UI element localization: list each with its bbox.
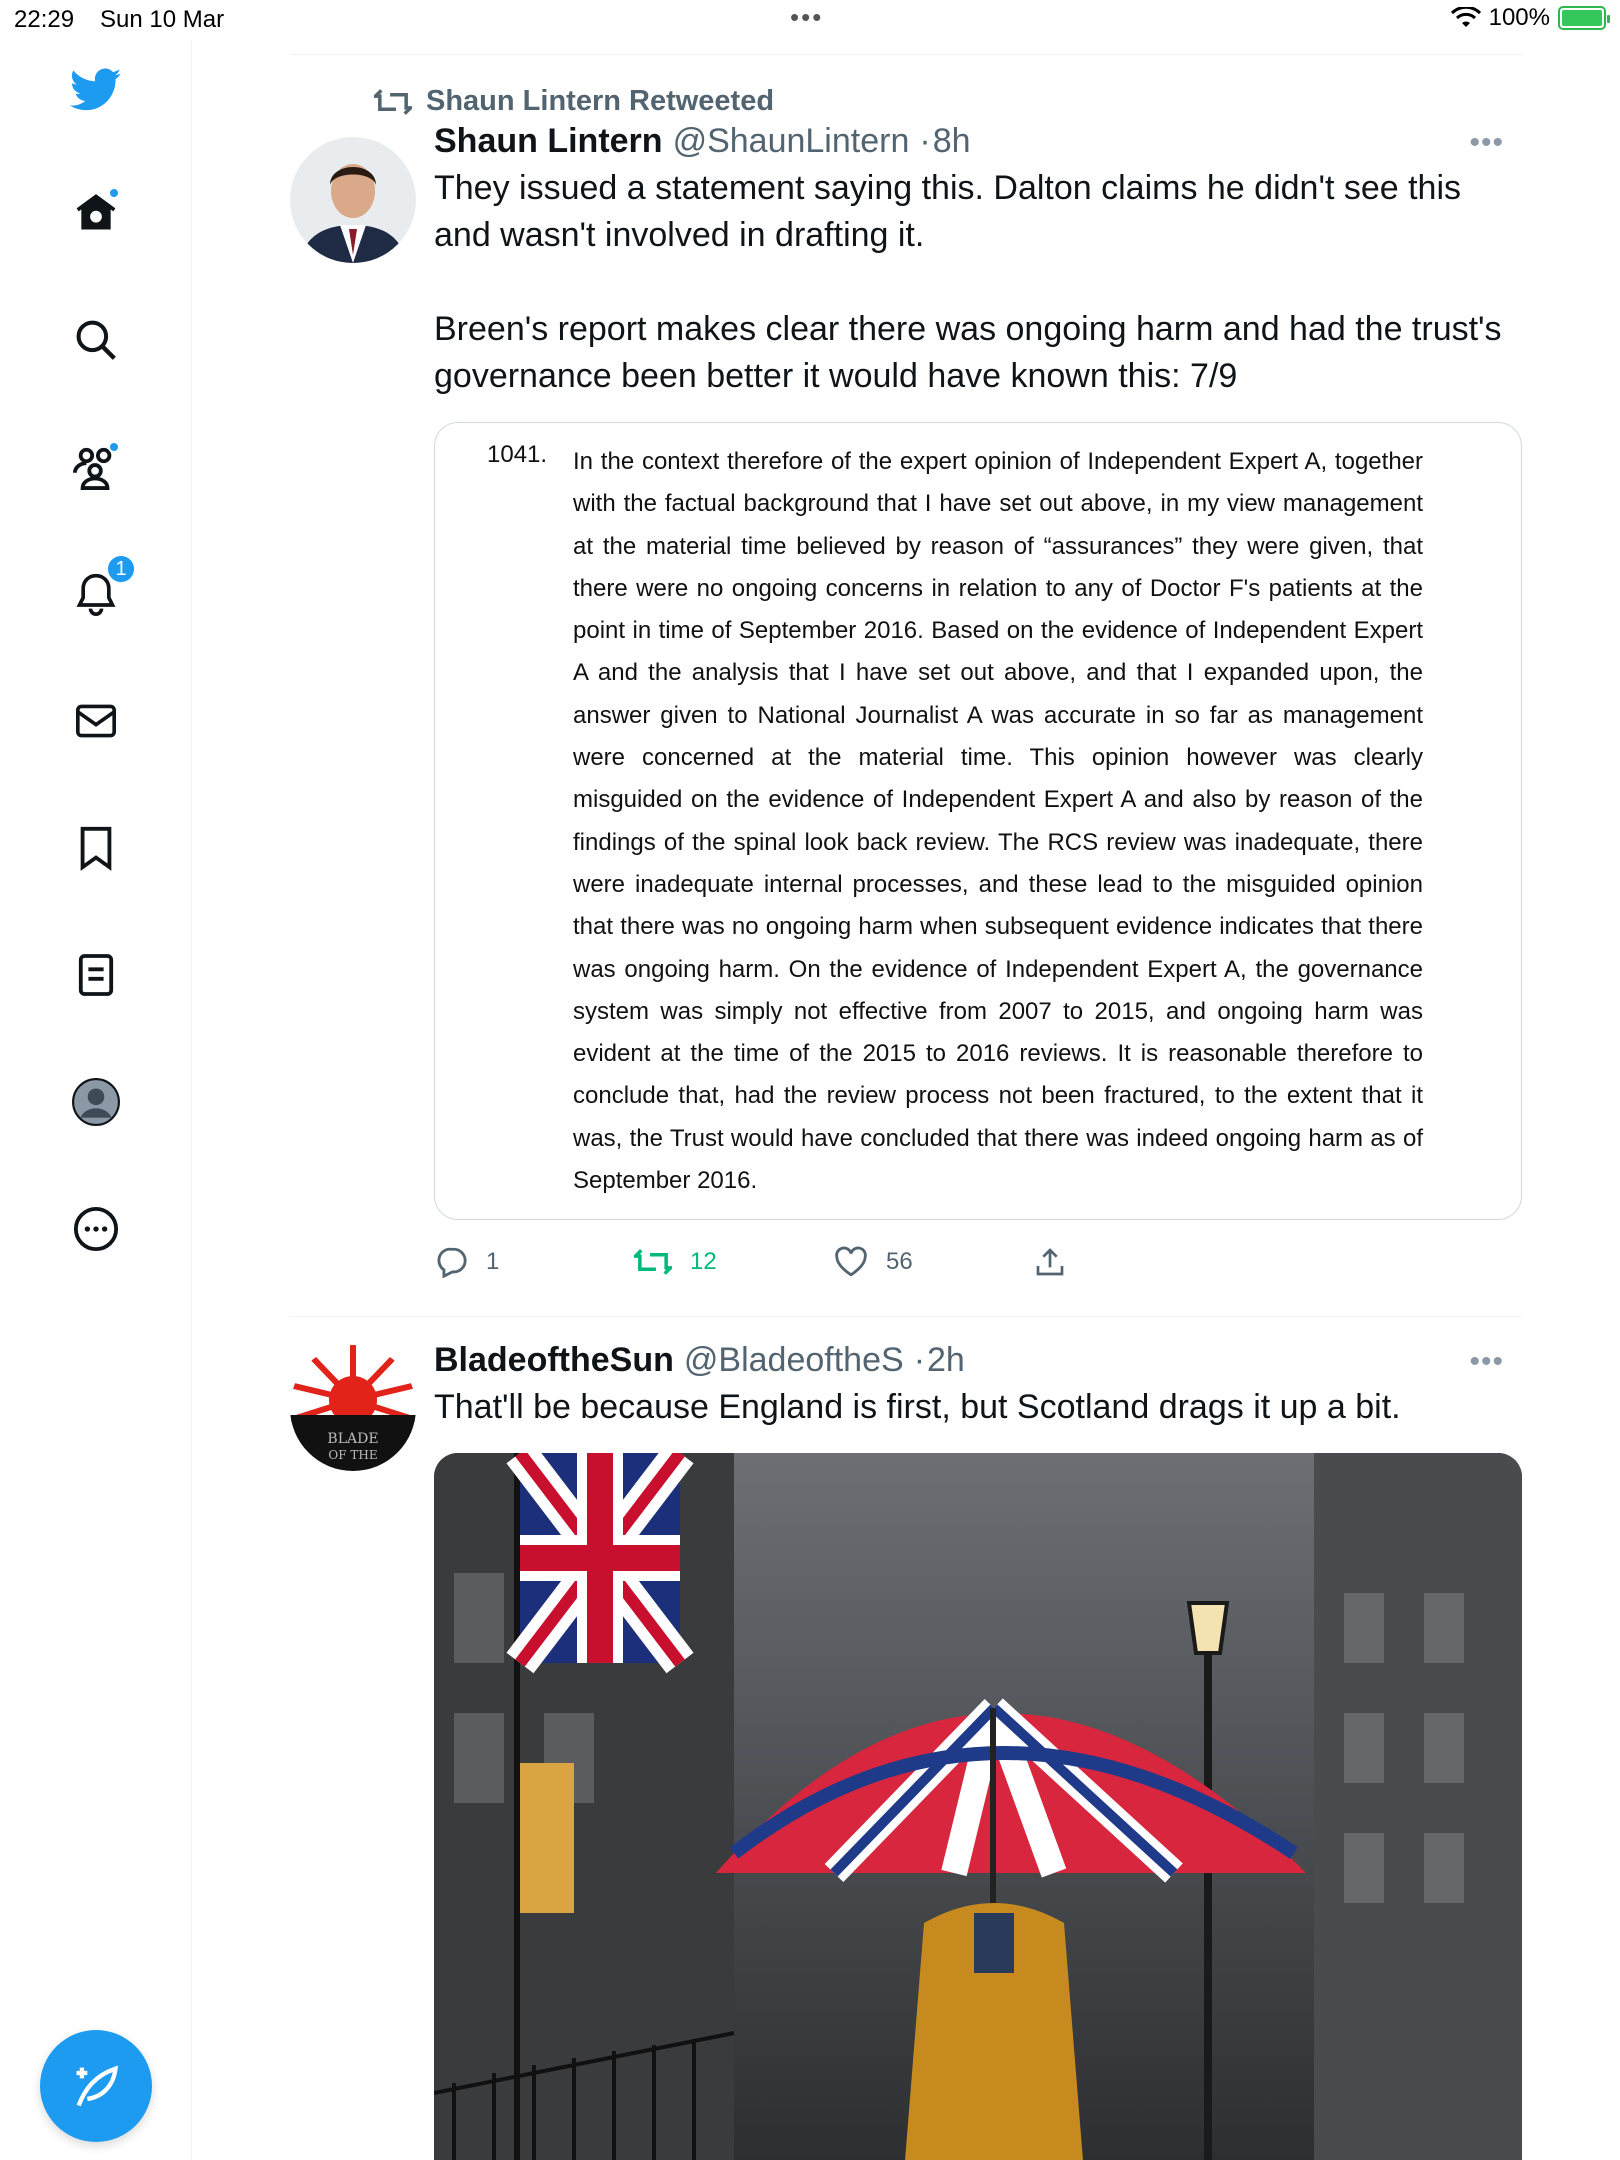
status-bar: 22:29 Sun 10 Mar ••• 100% (0, 0, 1620, 40)
tweet[interactable]: Shaun Lintern Retweeted Shaun Lintern @S… (290, 55, 1522, 1317)
tweet-header: BladeoftheSun @BladeoftheS · 2h ••• (434, 1341, 1522, 1380)
reply-icon (437, 1247, 467, 1278)
reply-button[interactable]: 1 (434, 1246, 634, 1278)
lists-icon[interactable] (66, 945, 126, 1005)
twitter-logo-icon[interactable] (66, 60, 126, 120)
home-notification-dot (108, 187, 120, 199)
timeline: Shaun Lintern Retweeted Shaun Lintern @S… (290, 54, 1522, 2160)
avatar[interactable]: BLADE OF THE (290, 1345, 416, 1471)
svg-text:OF THE: OF THE (328, 1448, 377, 1462)
retweet-button[interactable]: 12 (634, 1247, 834, 1277)
messages-icon[interactable] (66, 691, 126, 751)
multitasking-dots-icon[interactable]: ••• (790, 2, 823, 33)
like-count: 56 (886, 1248, 913, 1275)
tweet-image-document[interactable]: 1041. In the context therefore of the ex… (434, 422, 1522, 1220)
reply-count: 1 (486, 1248, 500, 1275)
notifications-icon[interactable]: 1 (66, 554, 136, 624)
tweet-more-icon[interactable]: ••• (1469, 126, 1504, 160)
battery-icon (1558, 6, 1610, 30)
wifi-icon (1450, 7, 1481, 27)
retweet-icon (374, 88, 412, 115)
status-indicators: 100% (1450, 4, 1610, 32)
tweet-header: Shaun Lintern @ShaunLintern · 8h ••• (434, 122, 1522, 161)
communities-icon[interactable] (66, 437, 126, 497)
compose-tweet-button[interactable] (40, 2030, 152, 2142)
search-icon[interactable] (66, 310, 126, 370)
avatar-logo-text: BLADE (327, 1431, 378, 1447)
heart-icon (835, 1246, 867, 1277)
tweet-actions: 1 12 56 (434, 1222, 1522, 1302)
tweet-time[interactable]: 2h (927, 1341, 965, 1380)
battery-percent: 100% (1488, 4, 1550, 31)
communities-notification-dot (108, 441, 120, 453)
share-button[interactable] (1034, 1246, 1234, 1278)
author-handle[interactable]: @BladeoftheS (684, 1341, 904, 1380)
tweet-text: That'll be because England is first, but… (434, 1388, 1401, 1426)
status-time: 22:29 (14, 6, 75, 33)
more-icon[interactable] (66, 1199, 126, 1259)
like-button[interactable]: 56 (834, 1246, 1034, 1278)
tweet-image[interactable] (434, 1453, 1522, 2160)
author-handle[interactable]: @ShaunLintern (673, 122, 910, 161)
tweet-time[interactable]: 8h (933, 122, 971, 161)
avatar[interactable] (290, 137, 416, 263)
retweet-count: 12 (690, 1248, 717, 1275)
tweet-text: They issued a statement saying this. Dal… (434, 169, 1502, 395)
separator: · (913, 1341, 926, 1379)
compose-tweet-icon (76, 2065, 119, 2107)
retweeted-by-label: Shaun Lintern Retweeted (426, 85, 775, 117)
tweet-more-icon[interactable]: ••• (1469, 1345, 1504, 1379)
document-paragraph-text: In the context therefore of the expert o… (573, 448, 1423, 1195)
separator: · (919, 122, 931, 160)
bookmarks-icon[interactable] (66, 818, 126, 878)
profile-icon[interactable] (66, 1072, 126, 1132)
home-icon[interactable] (66, 183, 126, 243)
status-date: Sun 10 Mar (100, 6, 225, 33)
author-name[interactable]: Shaun Lintern (434, 122, 663, 161)
sidebar-nav: 1 (0, 40, 192, 2160)
share-icon (1036, 1248, 1064, 1276)
document-paragraph-number: 1041. (487, 441, 548, 468)
retweet-icon (634, 1249, 672, 1275)
author-name[interactable]: BladeoftheSun (434, 1341, 674, 1380)
retweet-indicator: Shaun Lintern Retweeted (374, 55, 1522, 118)
tweet[interactable]: BLADE OF THE BladeoftheSun @BladeoftheS … (290, 1317, 1522, 2160)
notifications-badge: 1 (106, 554, 136, 584)
